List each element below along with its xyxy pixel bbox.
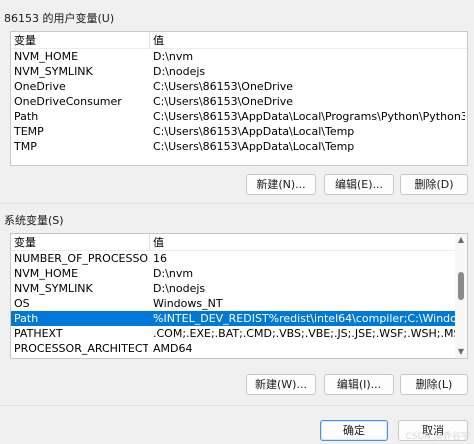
list-row[interactable]: NVM_HOME D:\nvm — [11, 266, 467, 281]
list-row[interactable]: PROCESSOR_IDENTIFIER AMD64 Family 25 Mode… — [11, 356, 467, 358]
variable-name: OS — [14, 297, 30, 310]
variable-name: NVM_SYMLINK — [14, 65, 93, 78]
user-list-header: 变量 值 — [11, 32, 467, 49]
list-row[interactable]: NUMBER_OF_PROCESSORS 16 — [11, 251, 467, 266]
variable-name: PATHEXT — [14, 327, 63, 340]
variable-value: %INTEL_DEV_REDIST%redist\intel64\compile… — [153, 312, 458, 325]
scroll-up-arrow-icon[interactable]: ▲ — [455, 234, 467, 246]
variable-value: AMD64 Family 25 Model 68 Stepping 1, Aut… — [153, 356, 458, 358]
system-list-header: 变量 值 — [11, 234, 467, 251]
variable-value: C:\Users\86153\AppData\Local\Programs\Py… — [153, 110, 465, 123]
system-new-button[interactable]: 新建(W)... — [246, 374, 316, 395]
list-row[interactable]: PATHEXT .COM;.EXE;.BAT;.CMD;.VBS;.VBE;.JS… — [11, 326, 467, 341]
system-variables-title: 系统变量(S) — [4, 214, 64, 227]
list-row[interactable]: TMP C:\Users\86153\AppData\Local\Temp — [11, 139, 467, 154]
variable-value: D:\nvm — [153, 267, 194, 280]
variable-value: AMD64 — [153, 342, 193, 355]
variable-name: NVM_HOME — [14, 267, 79, 280]
variable-name: PROCESSOR_ARCHITECTURE — [14, 342, 148, 355]
system-edit-button[interactable]: 编辑(I)... — [324, 374, 394, 395]
variable-value: D:\nodejs — [153, 65, 206, 78]
variable-value: C:\Users\86153\OneDrive — [153, 95, 294, 108]
column-separator[interactable] — [149, 32, 150, 49]
variable-name: NVM_SYMLINK — [14, 282, 93, 295]
list-row[interactable]: Path C:\Users\86153\AppData\Local\Program… — [11, 109, 467, 124]
variable-value: D:\nodejs — [153, 282, 206, 295]
user-new-button[interactable]: 新建(N)... — [246, 174, 316, 195]
variable-name: PROCESSOR_IDENTIFIER — [14, 356, 148, 358]
footer-divider — [0, 405, 474, 406]
variable-column-header[interactable]: 变量 — [14, 32, 148, 49]
variable-column-header[interactable]: 变量 — [14, 234, 148, 251]
variable-name: NVM_HOME — [14, 50, 79, 63]
scroll-down-arrow-icon[interactable]: ▼ — [455, 346, 467, 358]
variable-name: Path — [14, 312, 39, 325]
variable-name: TMP — [14, 140, 37, 153]
scrollbar-thumb[interactable] — [458, 272, 464, 300]
variable-value: D:\nvm — [153, 50, 194, 63]
variable-value: 16 — [153, 252, 167, 265]
user-delete-button[interactable]: 删除(D) — [400, 174, 468, 195]
ok-button[interactable]: 确定 — [320, 420, 388, 441]
variable-value: C:\Users\86153\OneDrive — [153, 80, 294, 93]
list-row[interactable]: Path %INTEL_DEV_REDIST%redist\intel64\com… — [11, 311, 467, 326]
watermark: CSDN @乔谷宇 — [405, 432, 470, 442]
variable-name: Path — [14, 110, 39, 123]
system-variables-list[interactable]: 变量 值 NUMBER_OF_PROCESSORS 16 NVM_HOME D:\nv… — [10, 233, 468, 359]
variable-value: .COM;.EXE;.BAT;.CMD;.VBS;.VBE;.JS;.JSE;.… — [153, 327, 458, 340]
list-row[interactable]: OS Windows_NT — [11, 296, 467, 311]
variable-value: C:\Users\86153\AppData\Local\Temp — [153, 125, 355, 138]
value-column-header[interactable]: 值 — [153, 32, 465, 49]
system-list-scrollbar[interactable]: ▲ ▼ — [455, 234, 467, 358]
user-variables-title: 86153 的用户变量(U) — [4, 12, 115, 25]
variable-name: OneDrive — [14, 80, 66, 93]
list-row[interactable]: NVM_HOME D:\nvm — [11, 49, 467, 64]
list-row[interactable]: NVM_SYMLINK D:\nodejs — [11, 64, 467, 79]
list-row[interactable]: NVM_SYMLINK D:\nodejs — [11, 281, 467, 296]
variable-name: TEMP — [14, 125, 44, 138]
list-row[interactable]: OneDriveConsumer C:\Users\86153\OneDrive — [11, 94, 467, 109]
system-delete-button[interactable]: 删除(L) — [400, 374, 468, 395]
list-row[interactable]: PROCESSOR_ARCHITECTURE AMD64 — [11, 341, 467, 356]
variable-name: OneDriveConsumer — [14, 95, 122, 108]
variable-value: Windows_NT — [153, 297, 223, 310]
list-row[interactable]: TEMP C:\Users\86153\AppData\Local\Temp — [11, 124, 467, 139]
section-divider — [0, 203, 474, 204]
variable-name: NUMBER_OF_PROCESSORS — [14, 252, 148, 265]
user-edit-button[interactable]: 编辑(E)... — [324, 174, 394, 195]
environment-variables-dialog: 86153 的用户变量(U) 变量 值 NVM_HOME D:\nvm NVM_SY… — [0, 0, 474, 444]
variable-value: C:\Users\86153\AppData\Local\Temp — [153, 140, 355, 153]
user-variables-list[interactable]: 变量 值 NVM_HOME D:\nvm NVM_SYMLINK D:\nodejs O… — [10, 31, 468, 166]
list-row[interactable]: OneDrive C:\Users\86153\OneDrive — [11, 79, 467, 94]
value-column-header[interactable]: 值 — [153, 234, 458, 251]
column-separator[interactable] — [149, 234, 150, 251]
